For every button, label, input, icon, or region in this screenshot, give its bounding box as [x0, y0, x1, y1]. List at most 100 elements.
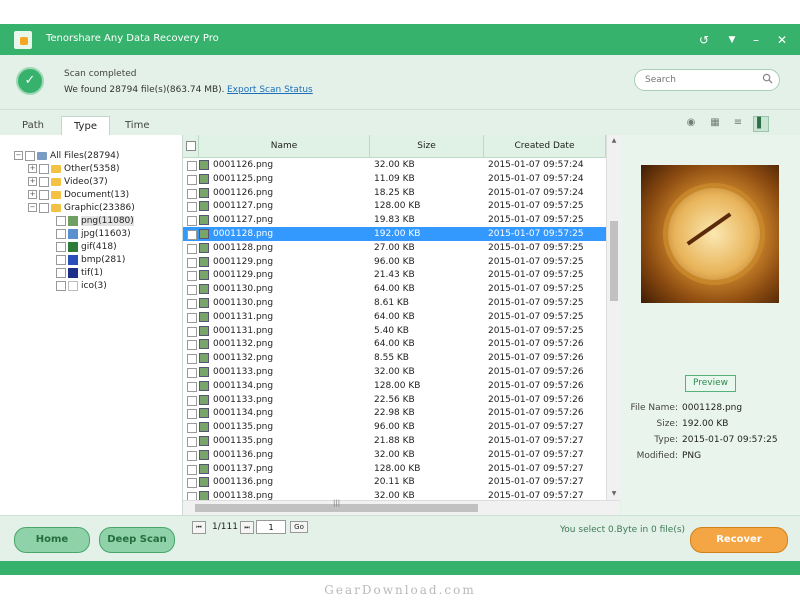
- tree-item-bmp[interactable]: bmp(281): [56, 254, 125, 266]
- collapse-icon[interactable]: −: [28, 203, 37, 212]
- table-row[interactable]: 0001125.png 11.09 KB 2015-01-07 09:57:24: [183, 172, 606, 186]
- history-icon[interactable]: ↺: [694, 30, 714, 50]
- row-checkbox[interactable]: [187, 492, 197, 500]
- row-checkbox[interactable]: [187, 340, 197, 351]
- tree-item-jpg[interactable]: jpg(11603): [56, 228, 131, 240]
- table-row[interactable]: 0001137.png 128.00 KB 2015-01-07 09:57:27: [183, 462, 606, 476]
- row-checkbox[interactable]: [187, 271, 197, 282]
- go-button[interactable]: Go: [290, 521, 308, 533]
- row-checkbox[interactable]: [187, 478, 197, 489]
- table-row[interactable]: 0001131.png 64.00 KB 2015-01-07 09:57:25: [183, 310, 606, 324]
- row-checkbox[interactable]: [187, 423, 197, 434]
- tree-item-gif[interactable]: gif(418): [56, 241, 117, 253]
- tab-type[interactable]: Type: [61, 116, 110, 137]
- row-checkbox[interactable]: [187, 243, 197, 254]
- vertical-scroll-thumb[interactable]: [610, 221, 618, 301]
- row-checkbox[interactable]: [187, 312, 197, 323]
- row-checkbox[interactable]: [187, 257, 197, 268]
- tree-checkbox[interactable]: [56, 267, 66, 278]
- table-row[interactable]: 0001133.png 22.56 KB 2015-01-07 09:57:26: [183, 393, 606, 407]
- table-row[interactable]: 0001135.png 96.00 KB 2015-01-07 09:57:27: [183, 420, 606, 434]
- close-icon[interactable]: ✕: [772, 30, 792, 50]
- row-checkbox[interactable]: [187, 285, 197, 296]
- table-row[interactable]: 0001126.png 32.00 KB 2015-01-07 09:57:24: [183, 158, 606, 172]
- table-row[interactable]: 0001130.png 64.00 KB 2015-01-07 09:57:25: [183, 282, 606, 296]
- page-number-input[interactable]: [256, 520, 286, 534]
- eye-view-icon[interactable]: ◉: [684, 116, 698, 130]
- row-checkbox[interactable]: [187, 326, 197, 337]
- table-row[interactable]: 0001138.png 32.00 KB 2015-01-07 09:57:27: [183, 489, 606, 500]
- tree-item-document[interactable]: + Document(13): [28, 189, 129, 201]
- row-checkbox[interactable]: [187, 354, 197, 365]
- table-row[interactable]: 0001135.png 21.88 KB 2015-01-07 09:57:27: [183, 434, 606, 448]
- table-row[interactable]: 0001129.png 96.00 KB 2015-01-07 09:57:25: [183, 255, 606, 269]
- grid-view-icon[interactable]: ▦: [708, 116, 722, 130]
- row-checkbox[interactable]: [187, 437, 197, 447]
- deep-scan-button[interactable]: Deep Scan: [99, 527, 175, 553]
- export-scan-status-link[interactable]: Export Scan Status: [227, 85, 313, 95]
- row-checkbox[interactable]: [187, 368, 197, 378]
- column-header-created[interactable]: Created Date: [484, 135, 606, 157]
- select-all-checkbox[interactable]: [185, 141, 196, 151]
- home-button[interactable]: Home: [14, 527, 90, 553]
- table-row[interactable]: 0001128.png 27.00 KB 2015-01-07 09:57:25: [183, 241, 606, 255]
- expand-icon[interactable]: +: [28, 190, 37, 199]
- recover-button[interactable]: Recover: [690, 527, 788, 553]
- column-header-size[interactable]: Size: [370, 135, 484, 157]
- tab-time[interactable]: Time: [113, 116, 161, 136]
- scroll-down-icon[interactable]: ▼: [607, 488, 621, 500]
- table-row[interactable]: 0001129.png 21.43 KB 2015-01-07 09:57:25: [183, 268, 606, 282]
- tree-item-png[interactable]: png(11080): [56, 215, 134, 227]
- table-row[interactable]: 0001136.png 32.00 KB 2015-01-07 09:57:27: [183, 448, 606, 462]
- search-icon[interactable]: [762, 73, 773, 84]
- tree-checkbox[interactable]: [56, 228, 66, 239]
- tree-checkbox[interactable]: [39, 189, 49, 200]
- table-row[interactable]: 0001127.png 128.00 KB 2015-01-07 09:57:25: [183, 199, 606, 213]
- expand-icon[interactable]: +: [28, 164, 37, 173]
- table-row[interactable]: 0001134.png 128.00 KB 2015-01-07 09:57:26: [183, 379, 606, 393]
- table-row[interactable]: 0001128.png 192.00 KB 2015-01-07 09:57:25: [183, 227, 606, 241]
- tree-item-graphic[interactable]: − Graphic(23386): [28, 202, 135, 214]
- preview-button[interactable]: Preview: [685, 375, 736, 392]
- row-checkbox[interactable]: [187, 381, 197, 392]
- tree-root-all-files[interactable]: − All Files(28794): [14, 150, 119, 162]
- first-page-icon[interactable]: ⏮: [192, 521, 206, 534]
- table-row[interactable]: 0001132.png 8.55 KB 2015-01-07 09:57:26: [183, 351, 606, 365]
- expand-icon[interactable]: +: [28, 177, 37, 186]
- menu-dropdown-icon[interactable]: ▼: [722, 30, 742, 50]
- row-checkbox[interactable]: [187, 202, 197, 213]
- scroll-up-icon[interactable]: ▲: [607, 135, 621, 147]
- table-row[interactable]: 0001130.png 8.61 KB 2015-01-07 09:57:25: [183, 296, 606, 310]
- search-input[interactable]: [643, 74, 757, 86]
- table-row[interactable]: 0001131.png 5.40 KB 2015-01-07 09:57:25: [183, 324, 606, 338]
- table-row[interactable]: 0001126.png 18.25 KB 2015-01-07 09:57:24: [183, 186, 606, 200]
- tree-item-video[interactable]: + Video(37): [28, 176, 108, 188]
- tree-checkbox[interactable]: [39, 176, 49, 187]
- table-row[interactable]: 0001134.png 22.98 KB 2015-01-07 09:57:26: [183, 406, 606, 420]
- tree-checkbox[interactable]: [56, 241, 66, 252]
- tree-checkbox[interactable]: [56, 215, 66, 226]
- tree-item-tif[interactable]: tif(1): [56, 267, 103, 279]
- row-checkbox[interactable]: [187, 395, 197, 406]
- detail-view-icon[interactable]: ▌: [753, 116, 769, 132]
- list-view-icon[interactable]: ≡: [731, 116, 745, 130]
- minimize-icon[interactable]: –: [746, 30, 766, 50]
- column-header-name[interactable]: Name: [199, 135, 370, 157]
- row-checkbox[interactable]: [187, 174, 197, 185]
- tree-item-ico[interactable]: ico(3): [56, 280, 107, 292]
- row-checkbox[interactable]: [187, 409, 197, 420]
- table-row[interactable]: 0001136.png 20.11 KB 2015-01-07 09:57:27: [183, 475, 606, 489]
- last-page-icon[interactable]: ⏭: [240, 521, 254, 534]
- tree-checkbox[interactable]: [39, 202, 49, 213]
- row-checkbox[interactable]: [187, 464, 197, 475]
- row-checkbox[interactable]: [187, 161, 197, 171]
- search-box[interactable]: [634, 69, 780, 91]
- collapse-icon[interactable]: −: [14, 151, 23, 160]
- table-row[interactable]: 0001127.png 19.83 KB 2015-01-07 09:57:25: [183, 213, 606, 227]
- row-checkbox[interactable]: [187, 188, 197, 199]
- tab-path[interactable]: Path: [10, 116, 56, 136]
- table-row[interactable]: 0001132.png 64.00 KB 2015-01-07 09:57:26: [183, 337, 606, 351]
- row-checkbox[interactable]: [187, 230, 197, 240]
- vertical-scrollbar[interactable]: ▲ ▼: [606, 135, 621, 500]
- tree-checkbox[interactable]: [25, 150, 35, 161]
